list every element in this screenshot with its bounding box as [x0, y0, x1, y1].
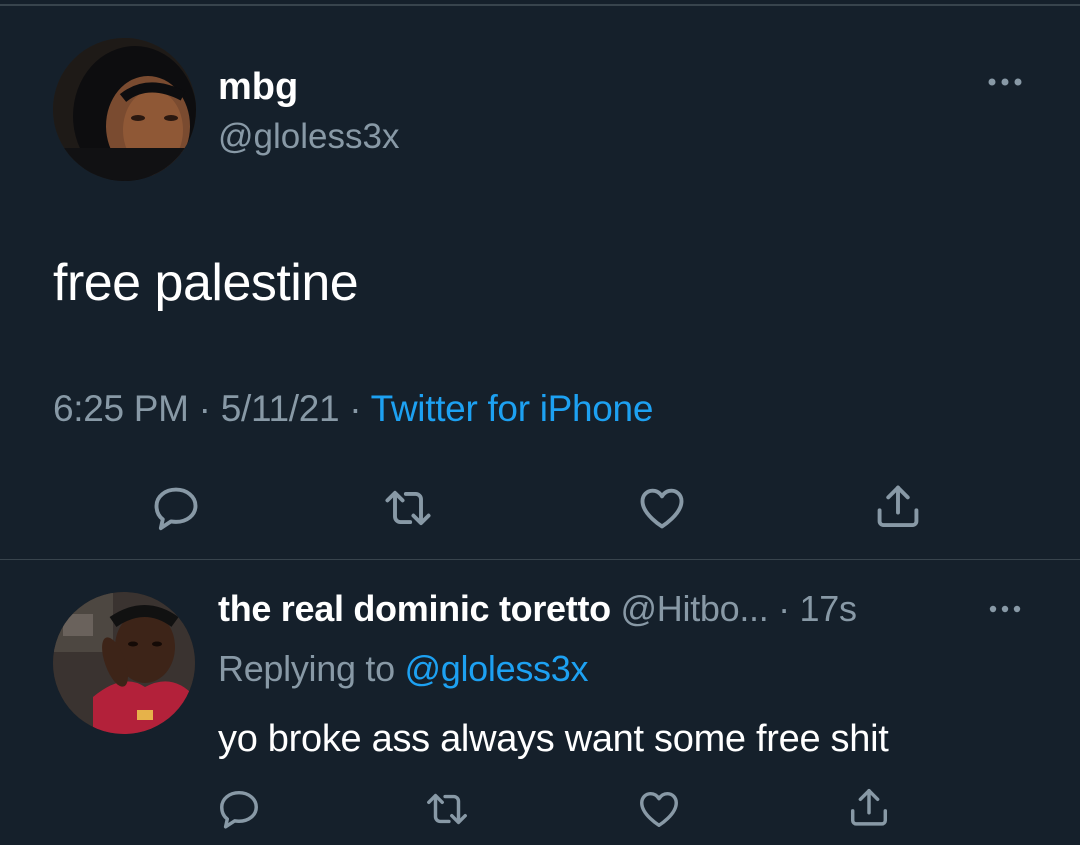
replying-to-mention[interactable]: @gloless3x [405, 648, 589, 689]
more-icon[interactable] [986, 600, 1024, 618]
reply-header: the real dominic toretto @Hitbo... · 17s [218, 588, 857, 630]
replying-to: Replying to @gloless3x [218, 648, 588, 690]
reply-icon[interactable] [150, 482, 202, 534]
meta-separator: · [339, 388, 371, 429]
reply-handle[interactable]: @Hitbo... [621, 588, 769, 629]
tweet-thread: mbg @gloless3x free palestine 6:25 PM · … [0, 0, 1080, 845]
author-display-name[interactable]: mbg [218, 66, 298, 109]
tweet-metadata: 6:25 PM · 5/11/21 · Twitter for iPhone [53, 388, 653, 430]
author-avatar[interactable] [53, 38, 196, 181]
time-separator: · [768, 588, 800, 629]
share-icon[interactable] [846, 784, 892, 830]
tweet-text: free palestine [53, 254, 359, 312]
reply-author-avatar[interactable] [53, 592, 195, 734]
tweet-date[interactable]: 5/11/21 [221, 388, 340, 429]
share-icon[interactable] [872, 480, 924, 532]
reply-text: yo broke ass always want some free shit [218, 718, 889, 760]
top-divider [0, 4, 1080, 6]
tweet-time[interactable]: 6:25 PM [53, 388, 189, 429]
retweet-icon[interactable] [382, 482, 434, 534]
replying-prefix: Replying to [218, 648, 405, 689]
more-icon[interactable] [984, 72, 1026, 92]
heart-icon[interactable] [636, 482, 688, 534]
retweet-icon[interactable] [424, 786, 470, 832]
meta-separator: · [188, 388, 221, 429]
author-handle[interactable]: @gloless3x [218, 117, 399, 157]
heart-icon[interactable] [636, 786, 682, 832]
tweet-source-link[interactable]: Twitter for iPhone [371, 388, 654, 429]
reply-display-name[interactable]: the real dominic toretto [218, 588, 611, 629]
reply-timestamp[interactable]: 17s [800, 588, 857, 629]
tweet-divider [0, 559, 1080, 560]
reply-icon[interactable] [216, 786, 262, 832]
